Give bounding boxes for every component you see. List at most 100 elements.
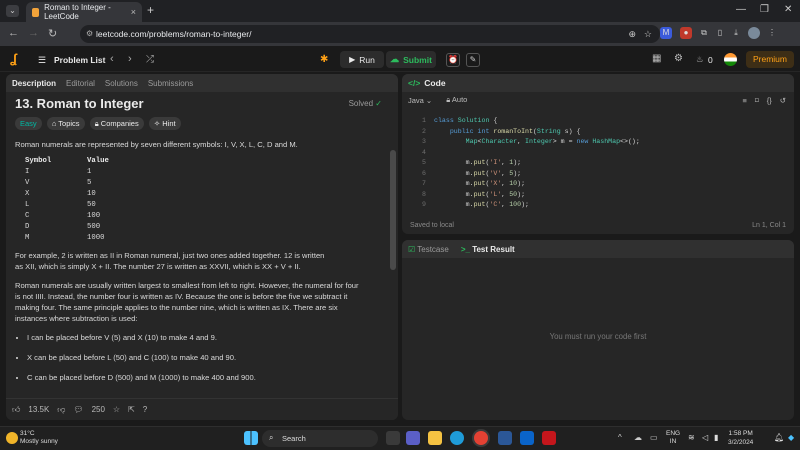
- weather-condition: Mostly sunny: [20, 438, 58, 445]
- url-field[interactable]: ⚙ leetcode.com/problems/roman-to-integer…: [80, 25, 660, 43]
- code-line: Map<Character, Integer> m = new HashMap<…: [465, 138, 640, 145]
- cloud-icon[interactable]: ☁: [634, 433, 642, 442]
- tab-description[interactable]: Description: [12, 79, 56, 88]
- bookmark-star-icon[interactable]: ☆: [644, 29, 652, 40]
- tab-solutions[interactable]: Solutions: [105, 79, 138, 88]
- taskbar: 31°C Mostly sunny ⌕ Search ^ ☁ ▭ ENG IN …: [0, 426, 800, 450]
- windows-start-icon[interactable]: [244, 431, 258, 445]
- weather-widget[interactable]: 31°C Mostly sunny: [20, 430, 58, 446]
- minimize-icon[interactable]: —: [736, 4, 746, 15]
- next-problem-icon[interactable]: ›: [128, 53, 132, 65]
- code-editor[interactable]: 1 2 3 4 5 6 7 8 9 class Solution { public int ro…: [402, 114, 794, 214]
- list-icon[interactable]: ☰: [38, 55, 46, 66]
- settings-gear-icon[interactable]: ⚙: [674, 53, 683, 64]
- reset-icon[interactable]: ↺: [780, 96, 786, 105]
- help-icon[interactable]: ?: [143, 405, 147, 414]
- prev-problem-icon[interactable]: ‹: [110, 53, 114, 65]
- reload-icon[interactable]: ↻: [48, 27, 57, 40]
- tray-chevron-icon[interactable]: ^: [618, 433, 622, 442]
- streak-fire-icon[interactable]: ♨: [696, 54, 704, 65]
- format-icon[interactable]: ≡: [742, 96, 746, 105]
- teams-icon[interactable]: [406, 431, 420, 445]
- dell-icon[interactable]: [520, 431, 534, 445]
- extension-icon[interactable]: M: [660, 27, 672, 39]
- tab-test-result[interactable]: >_ Test Result: [461, 245, 515, 254]
- bookmark-icon[interactable]: ⌑: [755, 96, 759, 105]
- language-select[interactable]: Java ⌄: [408, 96, 432, 105]
- companies-chip[interactable]: 🔒︎ Companies: [89, 117, 144, 130]
- taskbar-search[interactable]: ⌕ Search: [262, 430, 378, 447]
- volume-icon[interactable]: ◁: [702, 433, 708, 442]
- comment-icon[interactable]: 💬︎: [73, 405, 83, 414]
- premium-button[interactable]: Premium: [746, 51, 794, 68]
- timer-icon[interactable]: ⏰: [446, 53, 460, 67]
- touchpad-icon[interactable]: ▭: [650, 433, 658, 442]
- notification-bell-icon[interactable]: 🔔︎: [774, 433, 784, 442]
- file-explorer-icon[interactable]: [428, 431, 442, 445]
- symbol-cell: D: [25, 223, 30, 231]
- tab-testcase[interactable]: ☑ Testcase: [408, 245, 449, 254]
- favorite-star-icon[interactable]: ☆: [113, 405, 120, 414]
- weather-sun-icon[interactable]: [6, 432, 18, 444]
- lang-primary: ENG: [666, 430, 681, 437]
- shuffle-icon[interactable]: ⤮: [146, 54, 154, 65]
- streak-count: 0: [708, 55, 713, 65]
- tab-editorial[interactable]: Editorial: [66, 79, 95, 88]
- run-button[interactable]: ▶ Run: [340, 51, 384, 68]
- forward-icon[interactable]: →: [28, 27, 39, 39]
- vscode-icon[interactable]: [498, 431, 512, 445]
- value-cell: 100: [87, 212, 101, 220]
- run-label: Run: [359, 54, 375, 65]
- close-tab-icon[interactable]: ×: [131, 7, 136, 17]
- copilot-icon[interactable]: ◆: [788, 433, 794, 442]
- mode-label: Auto: [451, 95, 468, 104]
- braces-icon[interactable]: {}: [767, 96, 772, 105]
- chrome-icon[interactable]: [474, 431, 488, 445]
- notes-icon[interactable]: ✎: [466, 53, 480, 67]
- task-view-icon[interactable]: [386, 431, 400, 445]
- site-info-icon[interactable]: ⚙: [86, 29, 93, 38]
- leetcode-logo-icon[interactable]: ʆ: [10, 51, 17, 66]
- extensions-puzzle-icon[interactable]: ⧉: [698, 27, 710, 39]
- table-row: X 10: [25, 189, 389, 200]
- zoom-icon[interactable]: ⊕: [628, 29, 636, 40]
- debug-icon[interactable]: ✱: [320, 54, 328, 65]
- mcafee-icon[interactable]: [542, 431, 556, 445]
- browser-menu-icon[interactable]: ⋮: [766, 27, 778, 39]
- profile-avatar[interactable]: [748, 27, 760, 39]
- description-scrollbar[interactable]: [390, 150, 396, 270]
- user-avatar[interactable]: [724, 53, 737, 66]
- new-tab-icon[interactable]: +: [147, 3, 154, 17]
- battery-icon[interactable]: ▮: [714, 433, 718, 442]
- save-status: Saved to local: [410, 221, 454, 229]
- extension-record-icon[interactable]: ●: [680, 27, 692, 39]
- layout-grid-icon[interactable]: ▦: [652, 53, 661, 64]
- back-icon[interactable]: ←: [8, 27, 19, 39]
- autocomplete-toggle[interactable]: 🔒︎ Auto: [446, 95, 467, 105]
- browser-tab[interactable]: Roman to Integer - LeetCode ×: [26, 2, 142, 22]
- edge-icon[interactable]: [450, 431, 464, 445]
- problem-list-link[interactable]: Problem List: [54, 55, 105, 65]
- submit-button[interactable]: ☁ Submit: [386, 51, 436, 68]
- close-window-icon[interactable]: ✕: [784, 4, 792, 15]
- restore-icon[interactable]: ❐: [760, 4, 769, 15]
- sidebar-icon[interactable]: ▯: [714, 27, 726, 39]
- problem-chips: Easy ⌂ Topics 🔒︎ Companies ✧ Hint: [15, 117, 389, 130]
- description-tabs: Description Editorial Solutions Submissi…: [6, 74, 398, 92]
- hint-chip[interactable]: ✧ Hint: [148, 117, 181, 130]
- search-icon: ⌕: [269, 433, 274, 442]
- share-icon[interactable]: ⇱: [128, 405, 135, 414]
- line-number: 4: [422, 148, 426, 156]
- dislike-icon[interactable]: 👎︎: [57, 405, 65, 415]
- topics-chip[interactable]: ⌂ Topics: [46, 117, 85, 130]
- tab-search-icon[interactable]: ⌄: [6, 5, 19, 17]
- wifi-icon[interactable]: ≋: [688, 433, 695, 442]
- download-icon[interactable]: ⤓: [730, 27, 742, 39]
- like-icon[interactable]: 👍︎: [12, 405, 20, 415]
- tag-icon: ⌂: [51, 119, 57, 128]
- clock[interactable]: 1:58 PM 3/2/2024: [728, 430, 753, 447]
- problem-title[interactable]: 13. Roman to Integer: [15, 97, 389, 110]
- language-indicator[interactable]: ENG IN: [666, 430, 680, 446]
- tab-submissions[interactable]: Submissions: [148, 79, 193, 88]
- hint-label: Hint: [162, 119, 176, 128]
